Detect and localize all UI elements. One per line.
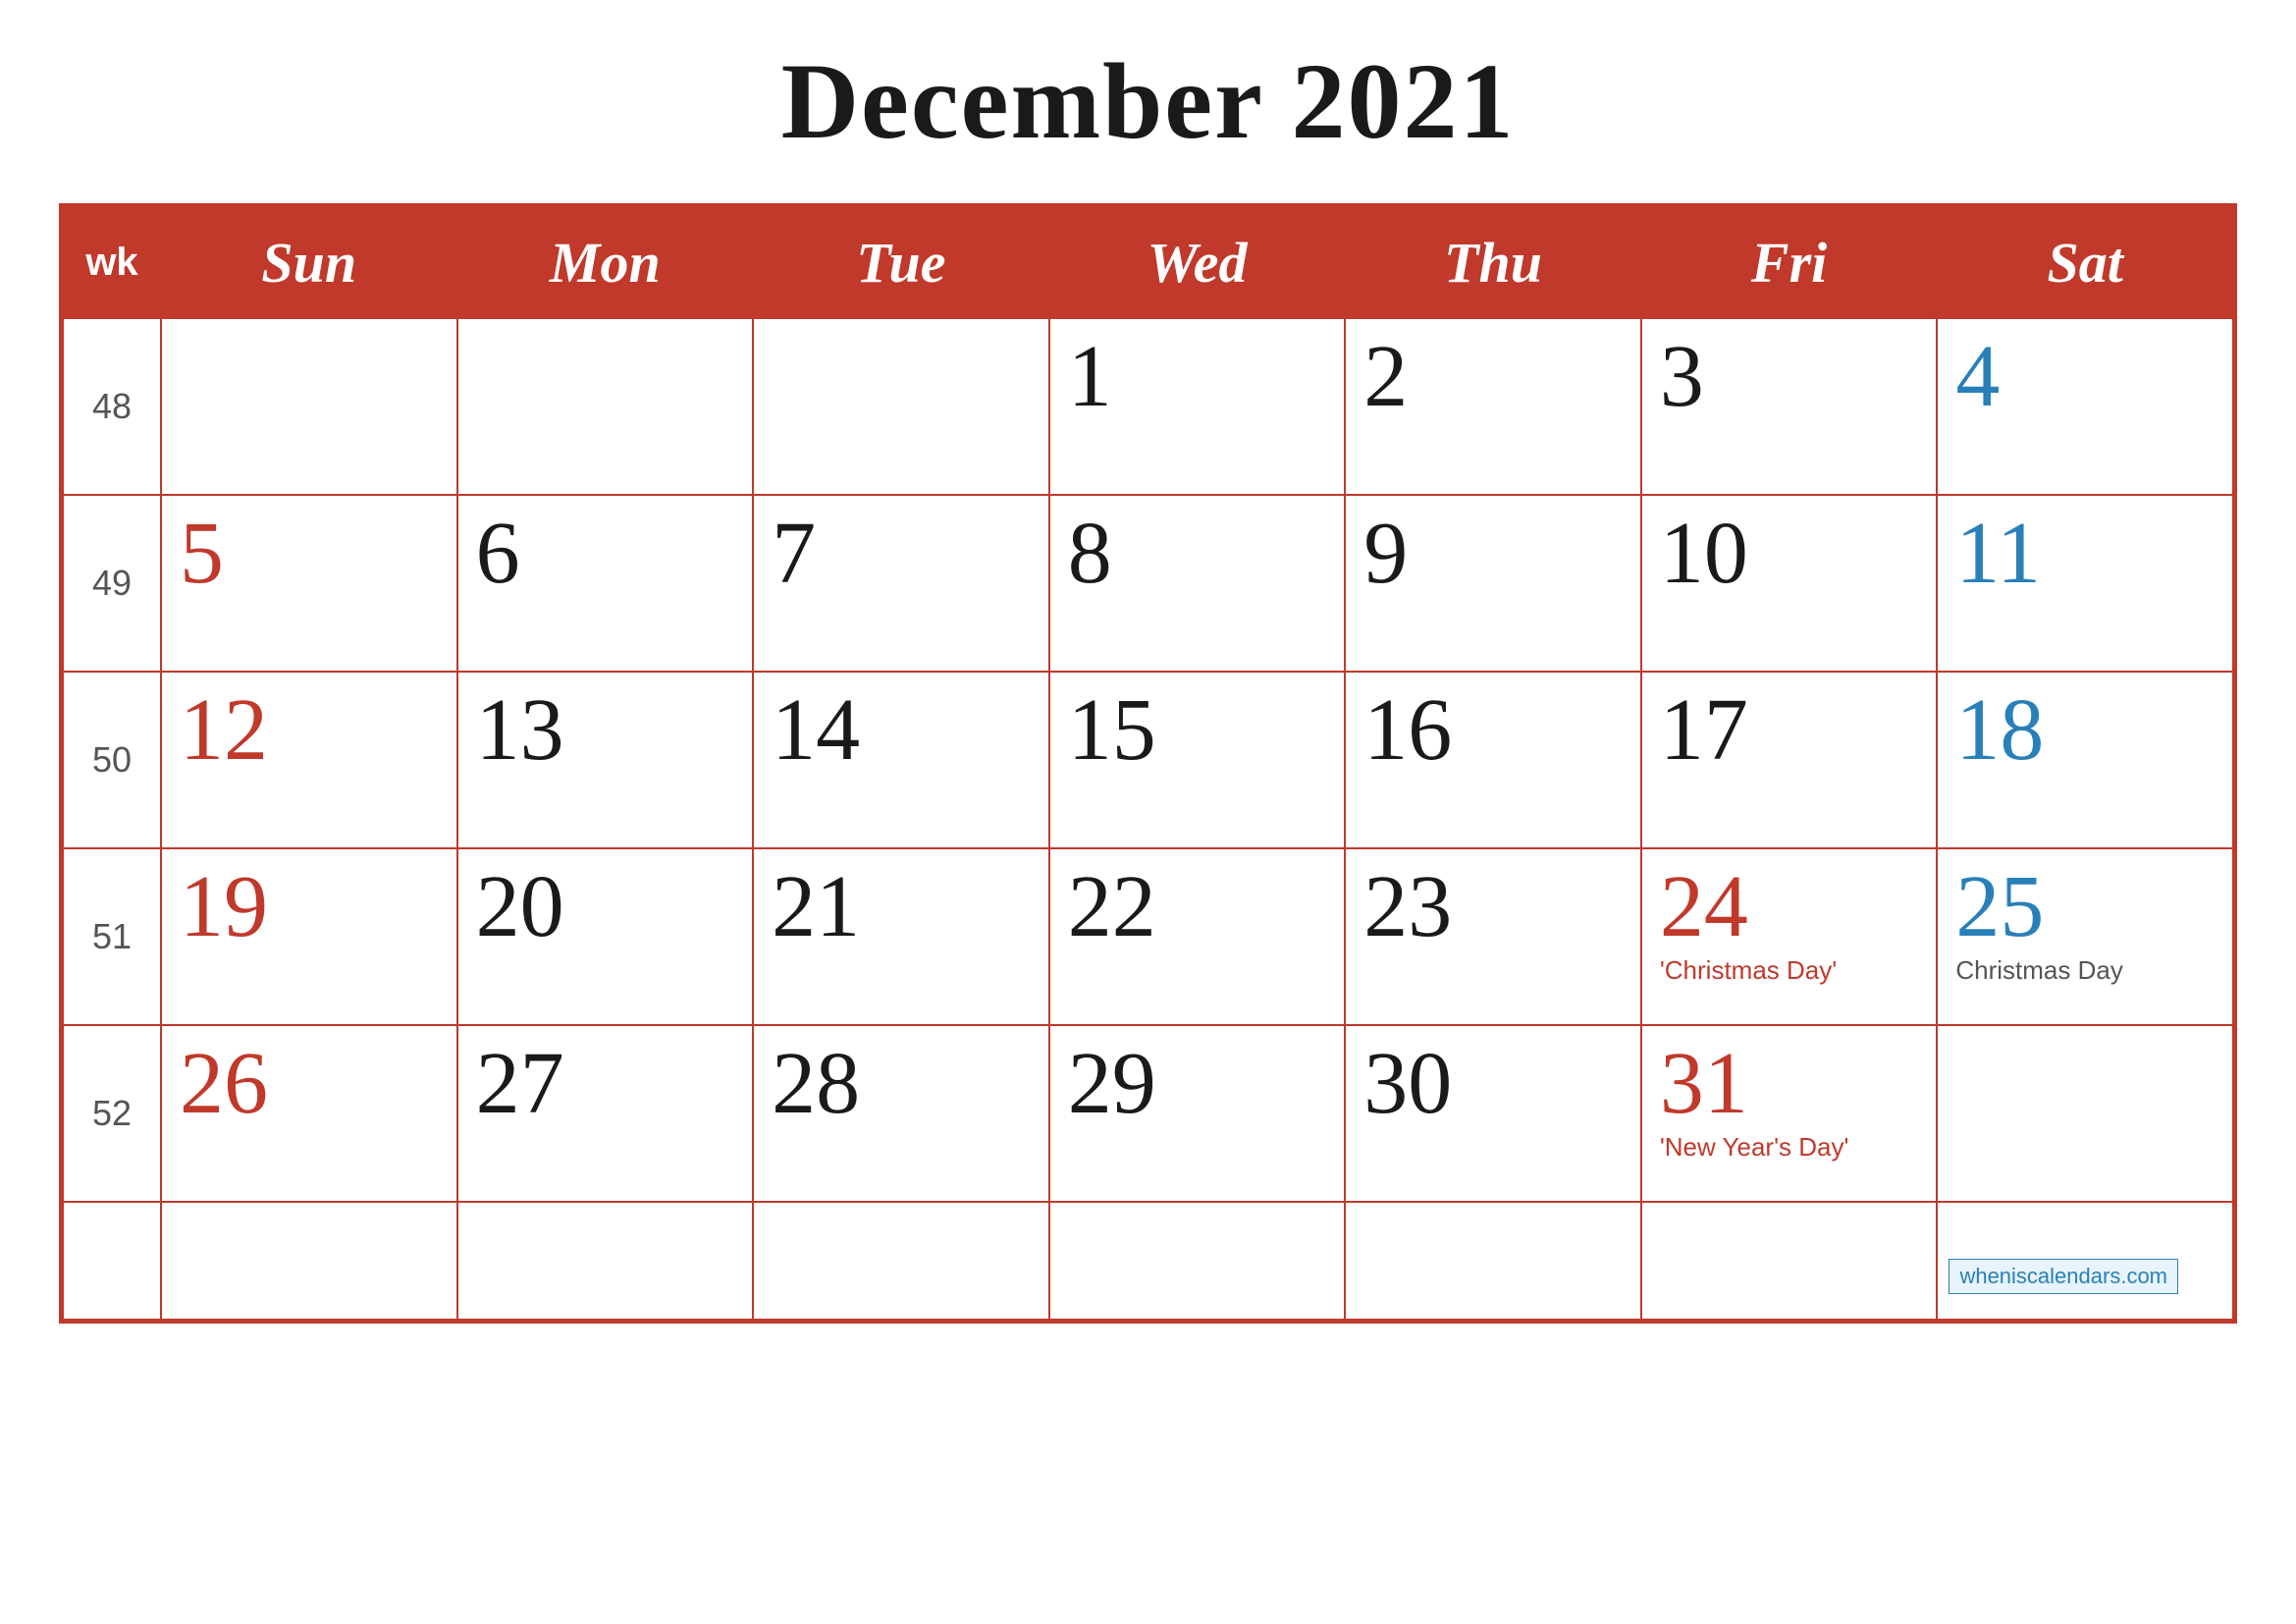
day-number: 10 bbox=[1660, 510, 1919, 598]
calendar-day-cell: 5 bbox=[161, 495, 457, 672]
holiday-label: 'Christmas Day' bbox=[1660, 955, 1919, 986]
calendar-day-cell: 14 bbox=[753, 672, 1049, 848]
wk-header: wk bbox=[63, 207, 161, 318]
calendar-day-cell: 24 'Christmas Day' bbox=[1641, 848, 1938, 1025]
thu-header: Thu bbox=[1345, 207, 1641, 318]
day-number: 9 bbox=[1363, 510, 1623, 598]
calendar-week-row: 5226 27 28 29 30 31 'New Year's Day' bbox=[63, 1025, 2233, 1202]
calendar-day-cell: 27 bbox=[457, 1025, 754, 1202]
calendar-day-cell: 31 'New Year's Day' bbox=[1641, 1025, 1938, 1202]
calendar-day-cell: 18 bbox=[1937, 672, 2233, 848]
day-number: 6 bbox=[476, 510, 735, 598]
watermark[interactable]: wheniscalendars.com bbox=[1949, 1259, 2178, 1294]
holiday-label: Christmas Day bbox=[1955, 955, 2215, 986]
calendar-day-cell: 20 bbox=[457, 848, 754, 1025]
wk-number: 51 bbox=[63, 848, 161, 1025]
day-number: 27 bbox=[476, 1040, 735, 1128]
calendar-day-cell bbox=[1641, 1202, 1938, 1320]
calendar-day-cell bbox=[753, 318, 1049, 495]
day-number: 30 bbox=[1363, 1040, 1623, 1128]
day-number: 19 bbox=[180, 863, 439, 951]
calendar-day-cell: 19 bbox=[161, 848, 457, 1025]
calendar-day-cell: 22 bbox=[1049, 848, 1346, 1025]
calendar-day-cell: 7 bbox=[753, 495, 1049, 672]
wed-header: Wed bbox=[1049, 207, 1346, 318]
calendar-day-cell: 15 bbox=[1049, 672, 1346, 848]
page-title: December 2021 bbox=[781, 39, 1516, 164]
calendar-day-cell: 26 bbox=[161, 1025, 457, 1202]
sat-header: Sat bbox=[1937, 207, 2233, 318]
calendar-day-cell: 16 bbox=[1345, 672, 1641, 848]
calendar-day-cell: 1 bbox=[1049, 318, 1346, 495]
calendar-day-cell bbox=[1937, 1025, 2233, 1202]
calendar-week-row: 4956789 10 11 bbox=[63, 495, 2233, 672]
calendar-day-cell bbox=[457, 1202, 754, 1320]
day-number: 5 bbox=[180, 510, 439, 598]
wk-number bbox=[63, 1202, 161, 1320]
wk-number: 49 bbox=[63, 495, 161, 672]
day-number: 18 bbox=[1955, 686, 2215, 775]
calendar-day-cell bbox=[1049, 1202, 1346, 1320]
day-number: 29 bbox=[1068, 1040, 1327, 1128]
day-number: 7 bbox=[772, 510, 1031, 598]
calendar-day-cell bbox=[753, 1202, 1049, 1320]
calendar-day-cell: 30 bbox=[1345, 1025, 1641, 1202]
day-number: 15 bbox=[1068, 686, 1327, 775]
fri-header: Fri bbox=[1641, 207, 1938, 318]
day-number: 20 bbox=[476, 863, 735, 951]
calendar-week-row: 5119 20 21 22 23 24 'Christmas Day' 25 Christmas… bbox=[63, 848, 2233, 1025]
calendar-day-cell: 28 bbox=[753, 1025, 1049, 1202]
calendar-day-cell: 3 bbox=[1641, 318, 1938, 495]
calendar-day-cell: 8 bbox=[1049, 495, 1346, 672]
calendar-day-cell: 11 bbox=[1937, 495, 2233, 672]
calendar-day-cell: 13 bbox=[457, 672, 754, 848]
calendar-day-cell: 6 bbox=[457, 495, 754, 672]
calendar-day-cell: 25 Christmas Day bbox=[1937, 848, 2233, 1025]
calendar-day-cell: 2 bbox=[1345, 318, 1641, 495]
day-number: 4 bbox=[1955, 333, 2215, 421]
calendar-day-cell bbox=[161, 318, 457, 495]
calendar-day-cell: 4 bbox=[1937, 318, 2233, 495]
mon-header: Mon bbox=[457, 207, 754, 318]
calendar-week-row: 5012 13 14 15 16 17 18 bbox=[63, 672, 2233, 848]
calendar-day-cell bbox=[161, 1202, 457, 1320]
day-number: 21 bbox=[772, 863, 1031, 951]
day-number: 17 bbox=[1660, 686, 1919, 775]
sun-header: Sun bbox=[161, 207, 457, 318]
day-number: 12 bbox=[180, 686, 439, 775]
day-number: 24 bbox=[1660, 863, 1919, 951]
calendar-week-row: 48 1234 bbox=[63, 318, 2233, 495]
day-number: 8 bbox=[1068, 510, 1327, 598]
calendar-day-cell: 9 bbox=[1345, 495, 1641, 672]
day-number: 25 bbox=[1955, 863, 2215, 951]
calendar-day-cell: 23 bbox=[1345, 848, 1641, 1025]
day-number: 3 bbox=[1660, 333, 1919, 421]
calendar-day-cell: 10 bbox=[1641, 495, 1938, 672]
day-number: 31 bbox=[1660, 1040, 1919, 1128]
day-number: 16 bbox=[1363, 686, 1623, 775]
day-number: 11 bbox=[1955, 510, 2215, 598]
calendar-day-cell: 17 bbox=[1641, 672, 1938, 848]
day-number: 2 bbox=[1363, 333, 1623, 421]
day-number: 14 bbox=[772, 686, 1031, 775]
tue-header: Tue bbox=[753, 207, 1049, 318]
calendar-day-cell: 12 bbox=[161, 672, 457, 848]
day-number: 13 bbox=[476, 686, 735, 775]
day-number: 28 bbox=[772, 1040, 1031, 1128]
wk-number: 52 bbox=[63, 1025, 161, 1202]
day-number: 1 bbox=[1068, 333, 1327, 421]
day-number: 26 bbox=[180, 1040, 439, 1128]
day-number: 22 bbox=[1068, 863, 1327, 951]
calendar-header-row: wk Sun Mon Tue Wed Thu Fri Sat bbox=[63, 207, 2233, 318]
calendar-day-cell bbox=[1345, 1202, 1641, 1320]
calendar-day-cell: 21 bbox=[753, 848, 1049, 1025]
wk-number: 50 bbox=[63, 672, 161, 848]
calendar-week-row bbox=[63, 1202, 2233, 1320]
day-number: 23 bbox=[1363, 863, 1623, 951]
holiday-label: 'New Year's Day' bbox=[1660, 1132, 1919, 1163]
calendar-day-cell: 29 bbox=[1049, 1025, 1346, 1202]
wk-number: 48 bbox=[63, 318, 161, 495]
calendar-day-cell bbox=[457, 318, 754, 495]
